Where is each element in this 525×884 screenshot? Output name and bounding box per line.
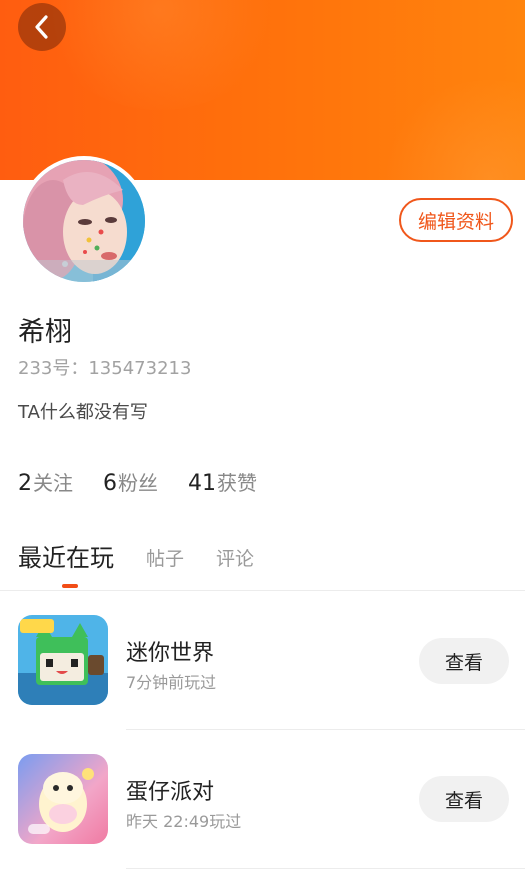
- back-button[interactable]: [18, 3, 66, 51]
- stat-label: 粉丝: [118, 471, 158, 495]
- avatar[interactable]: [19, 156, 149, 286]
- stat-followers[interactable]: 6 粉丝: [103, 467, 158, 496]
- divider: [126, 868, 525, 869]
- profile-page: 编辑资料 希栩 233号：135473213 TA什么都没有写 2 关注 6 粉…: [0, 0, 525, 884]
- tab-bar: 最近在玩 帖子 评论: [18, 538, 286, 588]
- stat-likes[interactable]: 41 获赞: [188, 467, 257, 496]
- game-last-played: 7分钟前玩过: [126, 673, 217, 692]
- game-name: 迷你世界: [126, 641, 215, 666]
- edit-profile-button[interactable]: 编辑资料: [399, 198, 513, 242]
- header-banner: [0, 0, 525, 180]
- mini-world-icon: [18, 615, 108, 705]
- avatar-image: [23, 160, 145, 282]
- stat-number: 2: [18, 471, 32, 496]
- tab-posts[interactable]: 帖子: [146, 538, 184, 571]
- eggy-party-icon: [18, 754, 108, 844]
- recent-games-list: 迷你世界 7分钟前玩过 查看 蛋仔派对 昨天 22:49玩过 查看: [0, 591, 525, 869]
- list-item[interactable]: 蛋仔派对 昨天 22:49玩过 查看: [0, 730, 525, 869]
- stat-label: 关注: [33, 471, 73, 495]
- stat-number: 6: [103, 471, 117, 496]
- game-last-played: 昨天 22:49玩过: [126, 812, 242, 831]
- stats-row: 2 关注 6 粉丝 41 获赞: [18, 467, 287, 496]
- stat-following[interactable]: 2 关注: [18, 467, 73, 496]
- stat-number: 41: [188, 471, 216, 496]
- tab-recent-play[interactable]: 最近在玩: [18, 538, 114, 573]
- view-button[interactable]: 查看: [419, 776, 509, 822]
- stat-label: 获赞: [217, 471, 257, 495]
- chevron-left-icon: [35, 15, 48, 39]
- view-button[interactable]: 查看: [419, 638, 509, 684]
- bio-text: TA什么都没有写: [18, 402, 148, 423]
- user-id: 233号：135473213: [18, 358, 192, 379]
- tab-comments[interactable]: 评论: [216, 538, 254, 571]
- list-item[interactable]: 迷你世界 7分钟前玩过 查看: [0, 591, 525, 730]
- game-name: 蛋仔派对: [126, 780, 215, 805]
- username: 希栩: [18, 317, 72, 348]
- active-tab-indicator: [62, 584, 78, 588]
